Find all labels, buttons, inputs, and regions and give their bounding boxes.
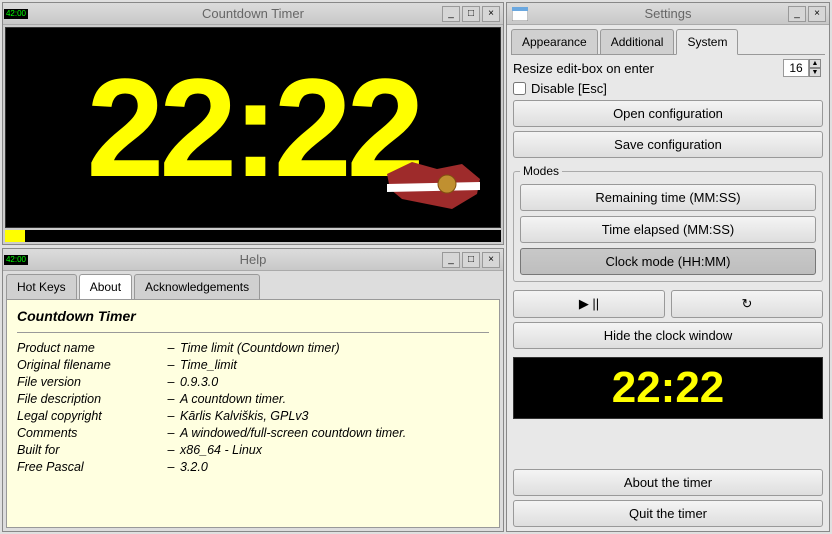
about-field-label: File version (17, 375, 162, 389)
about-field-value: Kārlis Kalviškis, GPLv3 (180, 409, 309, 423)
maximize-button[interactable]: □ (462, 6, 480, 22)
titlebar[interactable]: Settings _ × (507, 3, 829, 25)
play-pause-button[interactable]: ▶ || (513, 290, 665, 318)
disable-esc-checkbox[interactable] (513, 82, 526, 95)
about-field-label: Free Pascal (17, 460, 162, 474)
resize-input[interactable] (783, 59, 809, 77)
tab-additional[interactable]: Additional (600, 29, 675, 54)
settings-tabs: Appearance Additional System (507, 25, 829, 54)
hide-clock-button[interactable]: Hide the clock window (513, 322, 823, 349)
tab-system[interactable]: System (676, 29, 738, 55)
about-field-value: A countdown timer. (180, 392, 286, 406)
help-tabs: Hot Keys About Acknowledgements (3, 271, 503, 299)
timer-display: 22:22 (5, 27, 501, 228)
window-title: Help (3, 252, 503, 267)
about-field-value: 3.2.0 (180, 460, 208, 474)
reload-button[interactable]: ↻ (671, 290, 823, 318)
close-button[interactable]: × (482, 6, 500, 22)
modes-legend: Modes (520, 164, 562, 178)
resize-spinbox[interactable]: ▲▼ (783, 59, 823, 77)
window-title: Settings (507, 6, 829, 21)
minimize-button[interactable]: _ (442, 252, 460, 268)
tab-acknowledgements[interactable]: Acknowledgements (134, 274, 260, 299)
window-icon: 42:00 (5, 5, 27, 23)
spin-down-icon[interactable]: ▼ (809, 68, 821, 77)
about-field-value: A windowed/full-screen countdown timer. (180, 426, 406, 440)
about-field-value: Time limit (Countdown timer) (180, 341, 340, 355)
tab-appearance[interactable]: Appearance (511, 29, 598, 54)
mode-elapsed-button[interactable]: Time elapsed (MM:SS) (520, 216, 816, 243)
about-field-label: Original filename (17, 358, 162, 372)
about-field-label: Comments (17, 426, 162, 440)
about-timer-button[interactable]: About the timer (513, 469, 823, 496)
window-title: Countdown Timer (3, 6, 503, 21)
about-panel: Countdown Timer Product name–Time limit … (6, 299, 500, 528)
close-button[interactable]: × (808, 6, 826, 22)
mode-remaining-button[interactable]: Remaining time (MM:SS) (520, 184, 816, 211)
latvia-flag-map-icon (382, 154, 492, 219)
system-panel: Resize edit-box on enter ▲▼ Disable [Esc… (507, 55, 829, 531)
mode-clock-button[interactable]: Clock mode (HH:MM) (520, 248, 816, 275)
disable-esc-label: Disable [Esc] (531, 81, 607, 96)
disable-esc-row[interactable]: Disable [Esc] (513, 81, 823, 96)
about-row: Product name–Time limit (Countdown timer… (17, 341, 489, 355)
about-field-label: Product name (17, 341, 162, 355)
about-field-value: x86_64 - Linux (180, 443, 262, 457)
about-row: Built for–x86_64 - Linux (17, 443, 489, 457)
minimize-button[interactable]: _ (788, 6, 806, 22)
titlebar[interactable]: 42:00 Help _ □ × (3, 249, 503, 271)
progress-bar (5, 230, 501, 242)
about-row: File description–A countdown timer. (17, 392, 489, 406)
titlebar[interactable]: 42:00 Countdown Timer _ □ × (3, 3, 503, 25)
tab-hotkeys[interactable]: Hot Keys (6, 274, 77, 299)
open-config-button[interactable]: Open configuration (513, 100, 823, 127)
about-row: File version–0.9.3.0 (17, 375, 489, 389)
about-field-value: 0.9.3.0 (180, 375, 218, 389)
maximize-button[interactable]: □ (462, 252, 480, 268)
help-window: 42:00 Help _ □ × Hot Keys About Acknowle… (2, 248, 504, 532)
quit-timer-button[interactable]: Quit the timer (513, 500, 823, 527)
spin-up-icon[interactable]: ▲ (809, 59, 821, 68)
about-field-label: File description (17, 392, 162, 406)
about-field-label: Built for (17, 443, 162, 457)
timer-digits: 22:22 (86, 58, 419, 198)
about-field-label: Legal copyright (17, 409, 162, 423)
window-icon (509, 5, 531, 23)
about-heading: Countdown Timer (17, 308, 489, 324)
window-icon: 42:00 (5, 251, 27, 269)
about-row: Original filename–Time_limit (17, 358, 489, 372)
close-button[interactable]: × (482, 252, 500, 268)
minimize-button[interactable]: _ (442, 6, 460, 22)
about-field-value: Time_limit (180, 358, 237, 372)
progress-fill (5, 230, 25, 242)
countdown-window: 42:00 Countdown Timer _ □ × 22:22 (2, 2, 504, 245)
tab-about[interactable]: About (79, 274, 132, 299)
divider (17, 332, 489, 333)
about-row: Legal copyright–Kārlis Kalviškis, GPLv3 (17, 409, 489, 423)
settings-window: Settings _ × Appearance Additional Syste… (506, 2, 830, 532)
about-row: Comments–A windowed/full-screen countdow… (17, 426, 489, 440)
about-row: Free Pascal–3.2.0 (17, 460, 489, 474)
modes-group: Modes Remaining time (MM:SS) Time elapse… (513, 164, 823, 282)
save-config-button[interactable]: Save configuration (513, 131, 823, 158)
mini-clock-preview: 22:22 (513, 357, 823, 419)
resize-label: Resize edit-box on enter (513, 61, 779, 76)
